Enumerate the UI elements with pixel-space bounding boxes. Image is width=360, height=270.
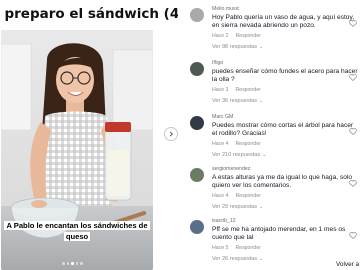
video-caption: A Pablo le encantan los sándwiches de qu… bbox=[4, 220, 150, 242]
comment-username[interactable]: Marc GM bbox=[212, 114, 358, 121]
avatar[interactable] bbox=[190, 220, 204, 234]
carousel-dot bbox=[75, 262, 78, 265]
heart-icon bbox=[349, 232, 357, 239]
comment-time: Hace 4 bbox=[212, 140, 229, 147]
back-to-top-button[interactable]: Volver a bbox=[336, 261, 359, 268]
heart-icon bbox=[349, 180, 357, 187]
avatar[interactable] bbox=[190, 8, 204, 22]
comment-username[interactable]: sergiomenendez bbox=[212, 166, 358, 173]
chevron-down-icon: ⌄ bbox=[259, 97, 264, 104]
comment-text: Puedes mostrar cómo cortas el árbol para… bbox=[212, 122, 354, 138]
comment-time: Hace 2 bbox=[212, 32, 229, 39]
heart-icon bbox=[349, 128, 357, 135]
reply-button[interactable]: Responder bbox=[235, 193, 260, 199]
like-button[interactable] bbox=[349, 128, 357, 135]
carousel-dot-active bbox=[71, 262, 74, 265]
view-replies-label: Ver 26 respuestas bbox=[212, 255, 258, 262]
reply-button[interactable]: Responder bbox=[235, 87, 260, 93]
carousel-dots bbox=[62, 262, 83, 265]
reply-button[interactable]: Responder bbox=[235, 33, 260, 39]
view-replies-button[interactable]: Ver 36 respuestas ⌄ bbox=[212, 97, 358, 105]
comment-text: puedes enseñar cómo fundes el acero para… bbox=[212, 68, 358, 84]
comment-text: A estas alturas ya me da igual lo que ha… bbox=[212, 174, 353, 190]
chevron-down-icon: ⌄ bbox=[259, 43, 264, 50]
avatar[interactable] bbox=[190, 168, 204, 182]
reply-button[interactable]: Responder bbox=[235, 245, 260, 251]
comment-time: Hace 5 bbox=[212, 244, 229, 251]
view-replies-label: Ver 98 respuestas bbox=[212, 43, 258, 50]
chevron-down-icon: ⌄ bbox=[259, 255, 264, 262]
comment-meta: Hace 2 Responder bbox=[212, 32, 358, 40]
comment-text: Hoy Pablo quería un vaso de agua, y aquí… bbox=[212, 14, 355, 30]
video-player[interactable]: A Pablo le encantan los sándwiches de qu… bbox=[1, 30, 153, 270]
comment-meta: Hace 4 Responder bbox=[212, 192, 358, 200]
chevron-down-icon: ⌄ bbox=[262, 151, 267, 158]
heart-icon bbox=[349, 20, 357, 27]
view-replies-label: Ver 29 respuestas bbox=[212, 203, 258, 210]
reply-button[interactable]: Responder bbox=[235, 141, 260, 147]
view-replies-label: Ver 210 respuestas bbox=[212, 151, 261, 158]
like-button[interactable] bbox=[349, 232, 357, 239]
chevron-right-icon bbox=[169, 131, 174, 137]
comment-username[interactable]: Iñigo bbox=[212, 60, 358, 67]
chevron-down-icon: ⌄ bbox=[259, 203, 264, 210]
view-replies-button[interactable]: Ver 29 respuestas ⌄ bbox=[212, 203, 358, 211]
comment-time: Hace 4 bbox=[212, 192, 229, 199]
comment-meta: Hace 3 Responder bbox=[212, 86, 358, 94]
like-button[interactable] bbox=[349, 20, 357, 27]
avatar[interactable] bbox=[190, 62, 204, 76]
view-replies-label: Ver 36 respuestas bbox=[212, 97, 258, 104]
carousel-dot bbox=[66, 262, 69, 265]
like-button[interactable] bbox=[349, 74, 357, 81]
view-replies-button[interactable]: Ver 98 respuestas ⌄ bbox=[212, 43, 358, 51]
like-button[interactable] bbox=[349, 180, 357, 187]
comments-panel: Melio.music Hoy Pablo quería un vaso de … bbox=[190, 0, 360, 270]
comment-text: Pff se me ha antojado merendar, en 1 mes… bbox=[212, 226, 346, 242]
comment-username[interactable]: isacrib_12 bbox=[212, 218, 358, 225]
heart-icon bbox=[349, 74, 357, 81]
video-caption-text: A Pablo le encantan los sándwiches de qu… bbox=[4, 221, 150, 241]
carousel-dot bbox=[62, 262, 65, 265]
comment-meta: Hace 4 Responder bbox=[212, 140, 358, 148]
comment-meta: Hace 5 Responder bbox=[212, 244, 358, 252]
comment-time: Hace 3 bbox=[212, 86, 229, 93]
next-video-button[interactable] bbox=[164, 127, 178, 141]
view-replies-button[interactable]: Ver 210 respuestas ⌄ bbox=[212, 151, 358, 159]
video-title: le preparo el sándwich (4h) bbox=[0, 6, 178, 22]
carousel-dot bbox=[80, 262, 83, 265]
comment-username[interactable]: Melio.music bbox=[212, 6, 358, 13]
avatar[interactable] bbox=[190, 116, 204, 130]
